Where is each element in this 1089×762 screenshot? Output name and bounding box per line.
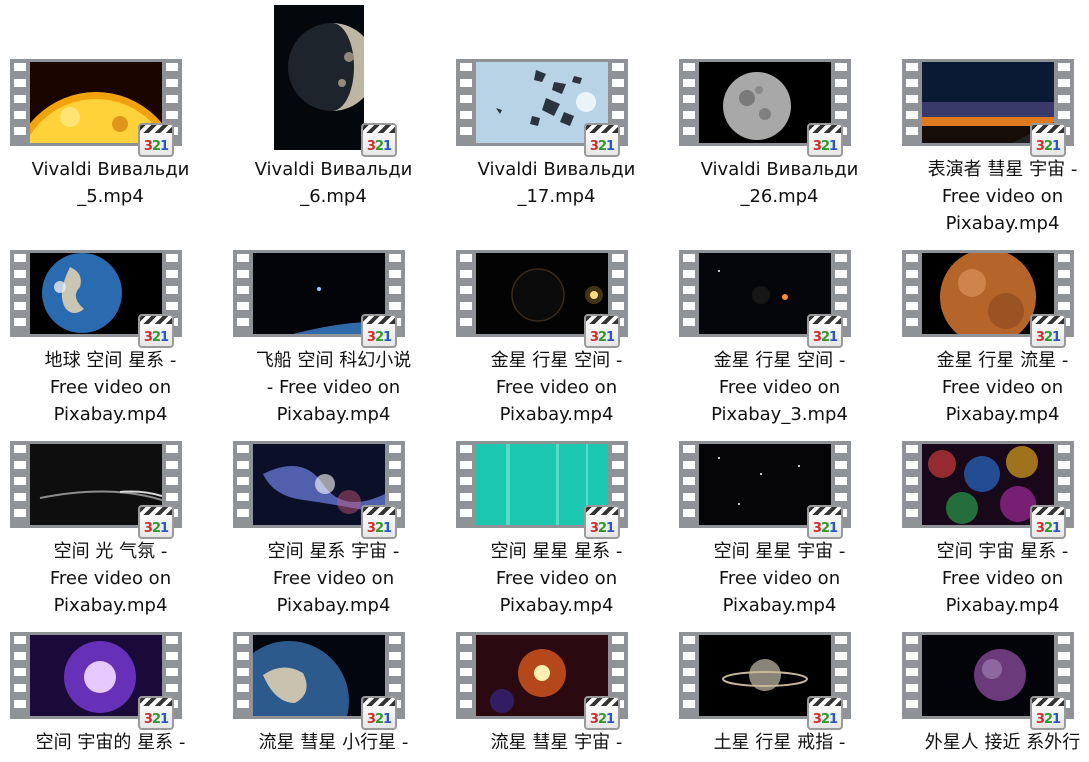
- file-item[interactable]: 321 金星 行星 空间 - Free video on Pixabay.mp4: [445, 192, 668, 425]
- mpc-player-icon: 321: [138, 314, 174, 348]
- mpc-player-icon: 321: [584, 505, 620, 539]
- mpc-player-icon: 321: [584, 314, 620, 348]
- film-perforation: [906, 445, 918, 525]
- film-perforation: [460, 445, 472, 525]
- file-item[interactable]: 321 流星 彗星 小行星 -: [222, 574, 445, 762]
- mpc-player-icon: 321: [1030, 314, 1066, 348]
- film-perforation: [460, 636, 472, 716]
- mpc-player-icon: 321: [361, 123, 397, 157]
- mpc-player-icon: 321: [584, 123, 620, 157]
- file-item[interactable]: 321 空间 星星 星系 - Free video on Pixabay.mp4: [445, 383, 668, 616]
- mpc-player-icon: 321: [1030, 123, 1066, 157]
- mpc-player-icon: 321: [138, 123, 174, 157]
- file-item[interactable]: 321 空间 光 气氛 - Free video on Pixabay.mp4: [0, 383, 222, 616]
- file-item[interactable]: 321 Vivaldi Вивальди _26.mp4: [668, 1, 891, 207]
- film-perforation: [14, 445, 26, 525]
- file-item[interactable]: 321 空间 星星 宇宙 - Free video on Pixabay.mp4: [668, 383, 891, 616]
- film-perforation: [906, 254, 918, 334]
- film-perforation: [14, 63, 26, 143]
- film-perforation: [906, 63, 918, 143]
- file-name: 土星 行星 戒指 -: [713, 732, 846, 753]
- mpc-player-icon: 321: [138, 505, 174, 539]
- mpc-player-icon: 321: [807, 696, 843, 730]
- file-name: 流星 彗星 小行星 -: [258, 732, 409, 753]
- film-perforation: [683, 445, 695, 525]
- file-item[interactable]: 321 表演者 彗星 宇宙 - Free video on Pixabay.mp4: [891, 1, 1089, 234]
- mpc-player-icon: 321: [1030, 696, 1066, 730]
- file-item[interactable]: 321 Vivaldi Вивальди _17.mp4: [445, 1, 668, 207]
- file-item[interactable]: 321 地球 空间 星系 - Free video on Pixabay.mp4: [0, 192, 222, 425]
- mpc-player-icon: 321: [807, 505, 843, 539]
- film-perforation: [237, 445, 249, 525]
- file-name: 流星 彗星 宇宙 -: [490, 732, 623, 753]
- film-perforation: [14, 636, 26, 716]
- film-perforation: [906, 636, 918, 716]
- mpc-player-icon: 321: [361, 696, 397, 730]
- file-item[interactable]: 321 飞船 空间 科幻小说 - Free video on Pixabay.mp…: [222, 192, 445, 425]
- file-item[interactable]: 321 金星 行星 流星 - Free video on Pixabay.mp4: [891, 192, 1089, 425]
- mpc-player-icon: 321: [361, 505, 397, 539]
- film-perforation: [683, 63, 695, 143]
- mpc-player-icon: 321: [138, 696, 174, 730]
- film-perforation: [683, 636, 695, 716]
- film-perforation: [683, 254, 695, 334]
- file-name: 空间 宇宙的 星系 -: [35, 732, 186, 753]
- file-name: 外星人 接近 系外行: [924, 732, 1081, 753]
- file-item[interactable]: 321 空间 星系 宇宙 - Free video on Pixabay.mp4: [222, 383, 445, 616]
- mpc-player-icon: 321: [584, 696, 620, 730]
- film-perforation: [237, 636, 249, 716]
- film-perforation: [460, 254, 472, 334]
- file-thumbnail: [274, 5, 376, 150]
- mpc-player-icon: 321: [1030, 505, 1066, 539]
- file-item[interactable]: 321 金星 行星 空间 - Free video on Pixabay_3.mp…: [668, 192, 891, 425]
- mpc-player-icon: 321: [807, 123, 843, 157]
- file-item[interactable]: 321 Vivaldi Вивальди _6.mp4: [222, 1, 445, 207]
- mpc-player-icon: 321: [361, 314, 397, 348]
- film-perforation: [460, 63, 472, 143]
- file-item[interactable]: 321 Vivaldi Вивальди _5.mp4: [0, 1, 222, 207]
- file-item[interactable]: 321 空间 宇宙的 星系 -: [0, 574, 222, 762]
- file-item[interactable]: 321 土星 行星 戒指 -: [668, 574, 891, 762]
- file-item[interactable]: 321 空间 宇宙 星系 - Free video on Pixabay.mp4: [891, 383, 1089, 616]
- file-grid: 321 Vivaldi Вивальди _5.mp4 321 Vivaldi Вив…: [0, 0, 1089, 762]
- file-item[interactable]: 321 外星人 接近 系外行: [891, 574, 1089, 762]
- film-perforation: [14, 254, 26, 334]
- mpc-player-icon: 321: [807, 314, 843, 348]
- film-perforation: [237, 254, 249, 334]
- file-item[interactable]: 321 流星 彗星 宇宙 -: [445, 574, 668, 762]
